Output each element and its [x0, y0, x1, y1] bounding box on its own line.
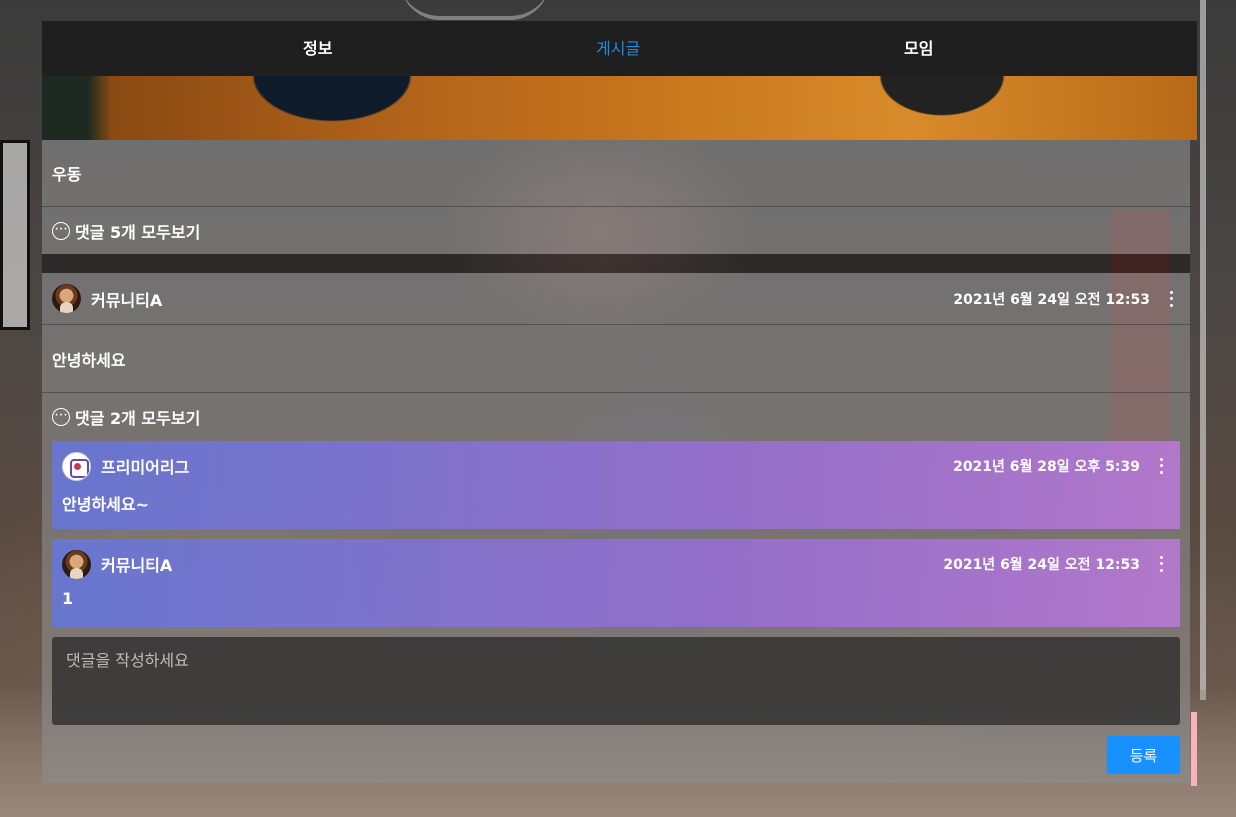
post-content: 안녕하세요 — [52, 350, 126, 370]
post-content-row: 우동 — [42, 140, 1190, 207]
chat-bubble-icon: ··· — [52, 221, 70, 240]
comment-author[interactable]: 프리미어리그 — [101, 454, 189, 478]
comment-date: 2021년 6월 24일 오전 12:53 — [943, 557, 1140, 573]
comment-author[interactable]: 커뮤니티A — [101, 552, 172, 576]
view-all-comments-link[interactable]: ··· 댓글 5개 모두보기 — [52, 219, 200, 243]
comments-row: ··· 댓글 2개 모두보기 — [42, 393, 1190, 440]
backboard-graphic — [0, 140, 30, 330]
view-all-comments-link[interactable]: ··· 댓글 2개 모두보기 — [52, 405, 200, 429]
post-header: 커뮤니티A 2021년 6월 24일 오전 12:53 — [42, 273, 1190, 325]
chat-bubble-icon: ··· — [52, 407, 70, 426]
comment-text: 1 — [62, 589, 74, 608]
post-divider — [42, 254, 1190, 273]
top-nav: 정보 게시글 모임 — [42, 21, 1197, 76]
comment-header: 프리미어리그 2021년 6월 28일 오후 5:39 — [52, 441, 1180, 491]
comment-item: 커뮤니티A 2021년 6월 24일 오전 12:53 1 — [52, 539, 1180, 627]
comments-row: ··· 댓글 5개 모두보기 — [42, 207, 1190, 254]
tab-posts[interactable]: 게시글 — [596, 21, 640, 76]
post-content-row: 안녕하세요 — [42, 325, 1190, 393]
view-all-comments-label: 댓글 5개 모두보기 — [75, 222, 201, 242]
basketball-rim-graphic — [400, 0, 550, 20]
pole-graphic — [1200, 0, 1206, 700]
comment-date: 2021년 6월 28일 오후 5:39 — [953, 459, 1140, 475]
comment-header: 커뮤니티A 2021년 6월 24일 오전 12:53 — [52, 539, 1180, 589]
previous-post: 우동 ··· 댓글 5개 모두보기 — [42, 140, 1190, 254]
person-avatar-icon[interactable] — [62, 549, 91, 579]
more-options-icon[interactable] — [1154, 554, 1168, 574]
league-logo-icon[interactable] — [62, 451, 91, 481]
post-content: 우동 — [52, 165, 82, 184]
comment-input[interactable] — [52, 637, 1180, 725]
tab-info[interactable]: 정보 — [303, 21, 332, 76]
more-options-icon[interactable] — [1164, 289, 1178, 309]
post-author[interactable]: 커뮤니티A — [91, 287, 162, 311]
community-panel: 정보 게시글 모임 우동 ··· 댓글 5개 모두보기 커뮤니티A 2021년 … — [42, 21, 1197, 786]
author-avatar[interactable] — [52, 284, 81, 313]
comment-item: 프리미어리그 2021년 6월 28일 오후 5:39 안녕하세요~ — [52, 441, 1180, 529]
post-image — [42, 76, 1197, 140]
submit-comment-button[interactable]: 등록 — [1107, 736, 1180, 774]
view-all-comments-label: 댓글 2개 모두보기 — [75, 408, 201, 428]
post-card: 커뮤니티A 2021년 6월 24일 오전 12:53 안녕하세요 ··· 댓글… — [42, 273, 1190, 783]
more-options-icon[interactable] — [1154, 456, 1168, 476]
comment-text: 안녕하세요~ — [62, 495, 150, 514]
tab-meetups[interactable]: 모임 — [904, 21, 933, 76]
post-date: 2021년 6월 24일 오전 12:53 — [953, 291, 1150, 308]
